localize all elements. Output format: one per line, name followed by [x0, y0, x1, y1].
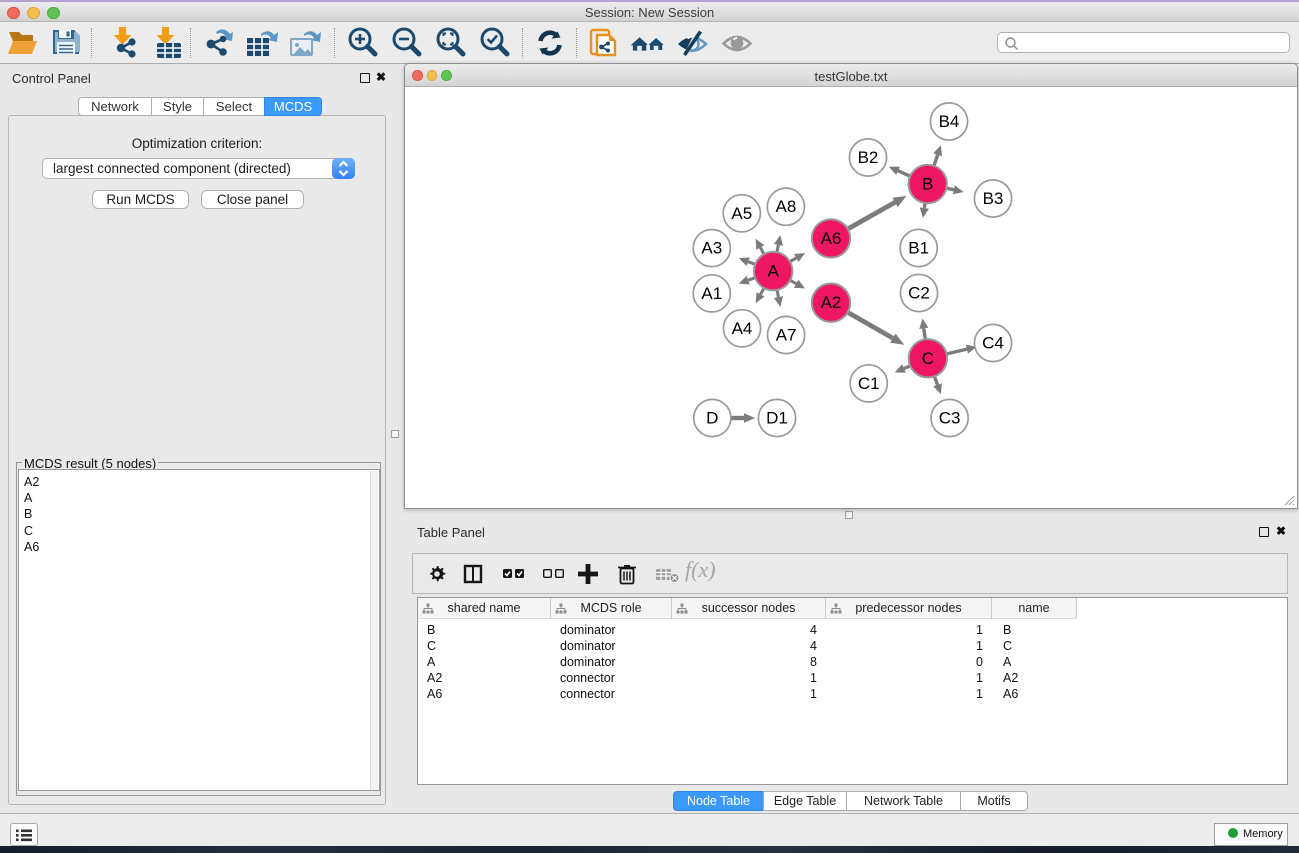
svg-text:B1: B1	[908, 239, 929, 258]
svg-text:A2: A2	[821, 293, 842, 312]
svg-text:C2: C2	[908, 284, 930, 303]
svg-text:A4: A4	[732, 319, 753, 338]
svg-text:B2: B2	[858, 148, 879, 167]
svg-text:A8: A8	[776, 197, 797, 216]
svg-text:A: A	[768, 262, 780, 281]
svg-text:B: B	[922, 175, 933, 194]
svg-text:B3: B3	[983, 189, 1004, 208]
svg-text:C3: C3	[939, 409, 961, 428]
svg-text:A7: A7	[776, 326, 797, 345]
svg-text:A3: A3	[701, 239, 722, 258]
svg-text:D1: D1	[766, 409, 788, 428]
svg-text:A6: A6	[821, 229, 842, 248]
svg-text:D: D	[706, 409, 718, 428]
svg-text:C: C	[922, 349, 934, 368]
svg-text:A5: A5	[731, 204, 752, 223]
svg-text:C1: C1	[858, 374, 880, 393]
svg-text:C4: C4	[982, 334, 1004, 353]
svg-text:B4: B4	[939, 112, 960, 131]
svg-text:A1: A1	[701, 284, 722, 303]
